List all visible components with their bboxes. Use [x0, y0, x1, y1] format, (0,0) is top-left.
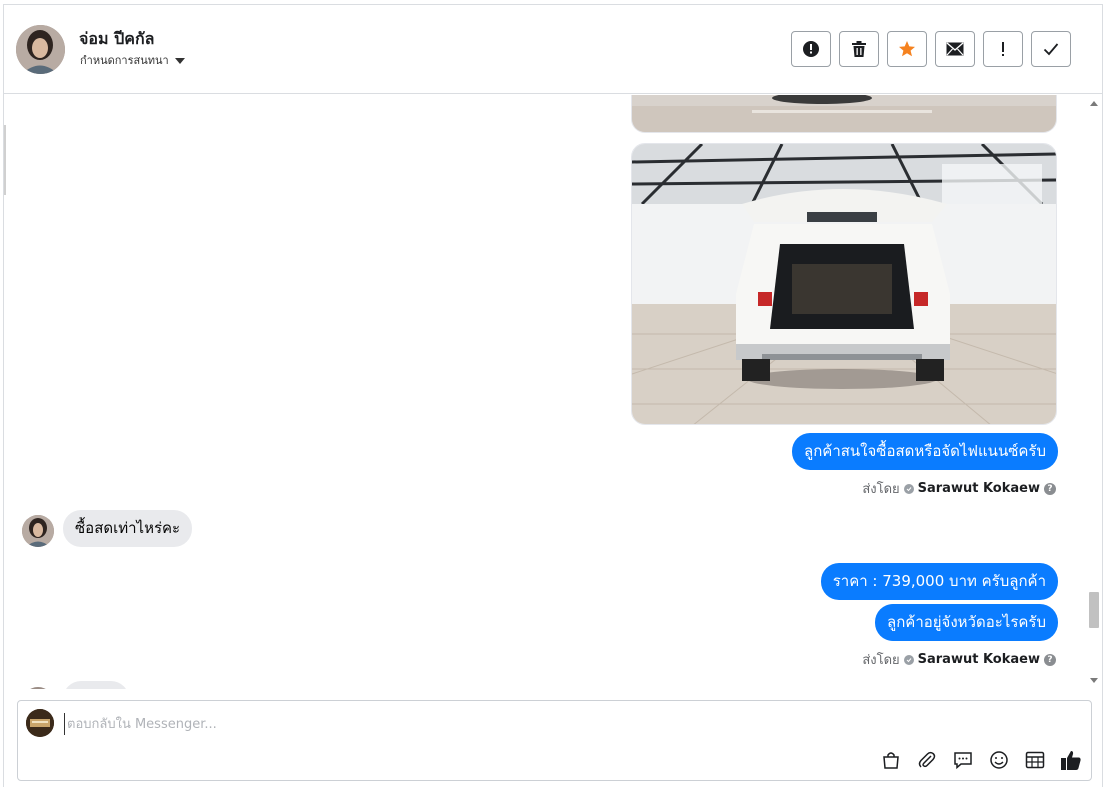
outgoing-message[interactable]: ลูกค้าสนใจซื้อสดหรือจัดไฟแนนซ์ครับ — [792, 433, 1058, 470]
paperclip-icon — [918, 751, 936, 768]
sent-by-info: ส่งโดย Sarawut Kokaew ? — [862, 478, 1056, 499]
sent-by-label: ส่งโดย — [862, 653, 900, 668]
exclamation-icon — [1002, 42, 1004, 56]
panel-edge — [4, 125, 6, 195]
mark-unread-button[interactable] — [935, 31, 975, 67]
check-icon — [1043, 43, 1059, 56]
outgoing-message[interactable]: ราคา : 739,000 บาท ครับลูกค้า — [820, 563, 1058, 600]
table-icon — [1025, 751, 1045, 769]
reply-input[interactable] — [64, 713, 764, 735]
scroll-up-arrow-icon[interactable] — [1090, 101, 1098, 106]
reply-composer — [17, 700, 1092, 781]
sent-by-info: ส่งโดย Sarawut Kokaew ? — [862, 649, 1056, 670]
agent-name[interactable]: Sarawut Kokaew — [918, 481, 1040, 496]
shopping-bag-button[interactable] — [879, 748, 903, 772]
star-icon — [899, 41, 915, 57]
exclamation-circle-icon — [803, 41, 819, 57]
incoming-message-partial[interactable] — [63, 681, 129, 689]
conversation-header: จ่อม ปีคกัล กำหนดการสนทนา — [4, 5, 1102, 94]
report-spam-button[interactable] — [791, 31, 831, 67]
delete-button[interactable] — [839, 31, 879, 67]
verified-icon — [903, 654, 914, 665]
thumbs-up-icon — [1061, 751, 1081, 770]
envelope-icon — [946, 42, 964, 56]
conversation-panel: จ่อม ปีคกัล กำหนดการสนทนา ลูกค้าสนใจซื้อ… — [3, 4, 1103, 787]
smiley-icon — [990, 751, 1008, 769]
outgoing-message[interactable]: ลูกค้าอยู่จังหวัดอะไรครับ — [875, 604, 1058, 641]
composer-toolbar — [879, 748, 1083, 772]
contact-avatar-small[interactable] — [22, 687, 54, 689]
appointment-button[interactable] — [1023, 748, 1047, 772]
car-photo-message[interactable] — [631, 95, 1057, 133]
contact-avatar[interactable] — [16, 25, 65, 74]
attach-button[interactable] — [915, 748, 939, 772]
follow-up-button[interactable] — [983, 31, 1023, 67]
agent-name[interactable]: Sarawut Kokaew — [918, 652, 1040, 667]
emoji-button[interactable] — [987, 748, 1011, 772]
chevron-down-icon — [174, 57, 185, 64]
like-button[interactable] — [1059, 748, 1083, 772]
contact-name[interactable]: จ่อม ปีคกัล — [79, 27, 154, 52]
done-button[interactable] — [1031, 31, 1071, 67]
conversation-status-dropdown[interactable]: กำหนดการสนทนา — [80, 51, 185, 69]
message-scrollbar[interactable] — [1085, 95, 1102, 689]
sent-by-label: ส่งโดย — [862, 482, 900, 497]
car-photo-message[interactable] — [631, 143, 1057, 425]
page-avatar — [26, 709, 54, 737]
conversation-actions — [791, 31, 1071, 67]
scrollbar-thumb[interactable] — [1089, 592, 1099, 628]
message-thread[interactable]: ลูกค้าสนใจซื้อสดหรือจัดไฟแนนซ์ครับ ส่งโด… — [4, 95, 1102, 689]
star-button[interactable] — [887, 31, 927, 67]
scroll-down-arrow-icon[interactable] — [1090, 678, 1098, 683]
contact-avatar-small[interactable] — [22, 515, 54, 547]
saved-replies-button[interactable] — [951, 748, 975, 772]
verified-icon — [903, 483, 914, 494]
help-icon[interactable]: ? — [1044, 482, 1056, 495]
speech-bubble-icon — [954, 752, 972, 770]
conversation-status-label: กำหนดการสนทนา — [80, 54, 169, 67]
trash-icon — [852, 41, 866, 57]
shopping-bag-icon — [883, 752, 899, 769]
incoming-message[interactable]: ซื้อสดเท่าไหร่คะ — [63, 510, 193, 547]
help-icon[interactable]: ? — [1044, 653, 1056, 666]
